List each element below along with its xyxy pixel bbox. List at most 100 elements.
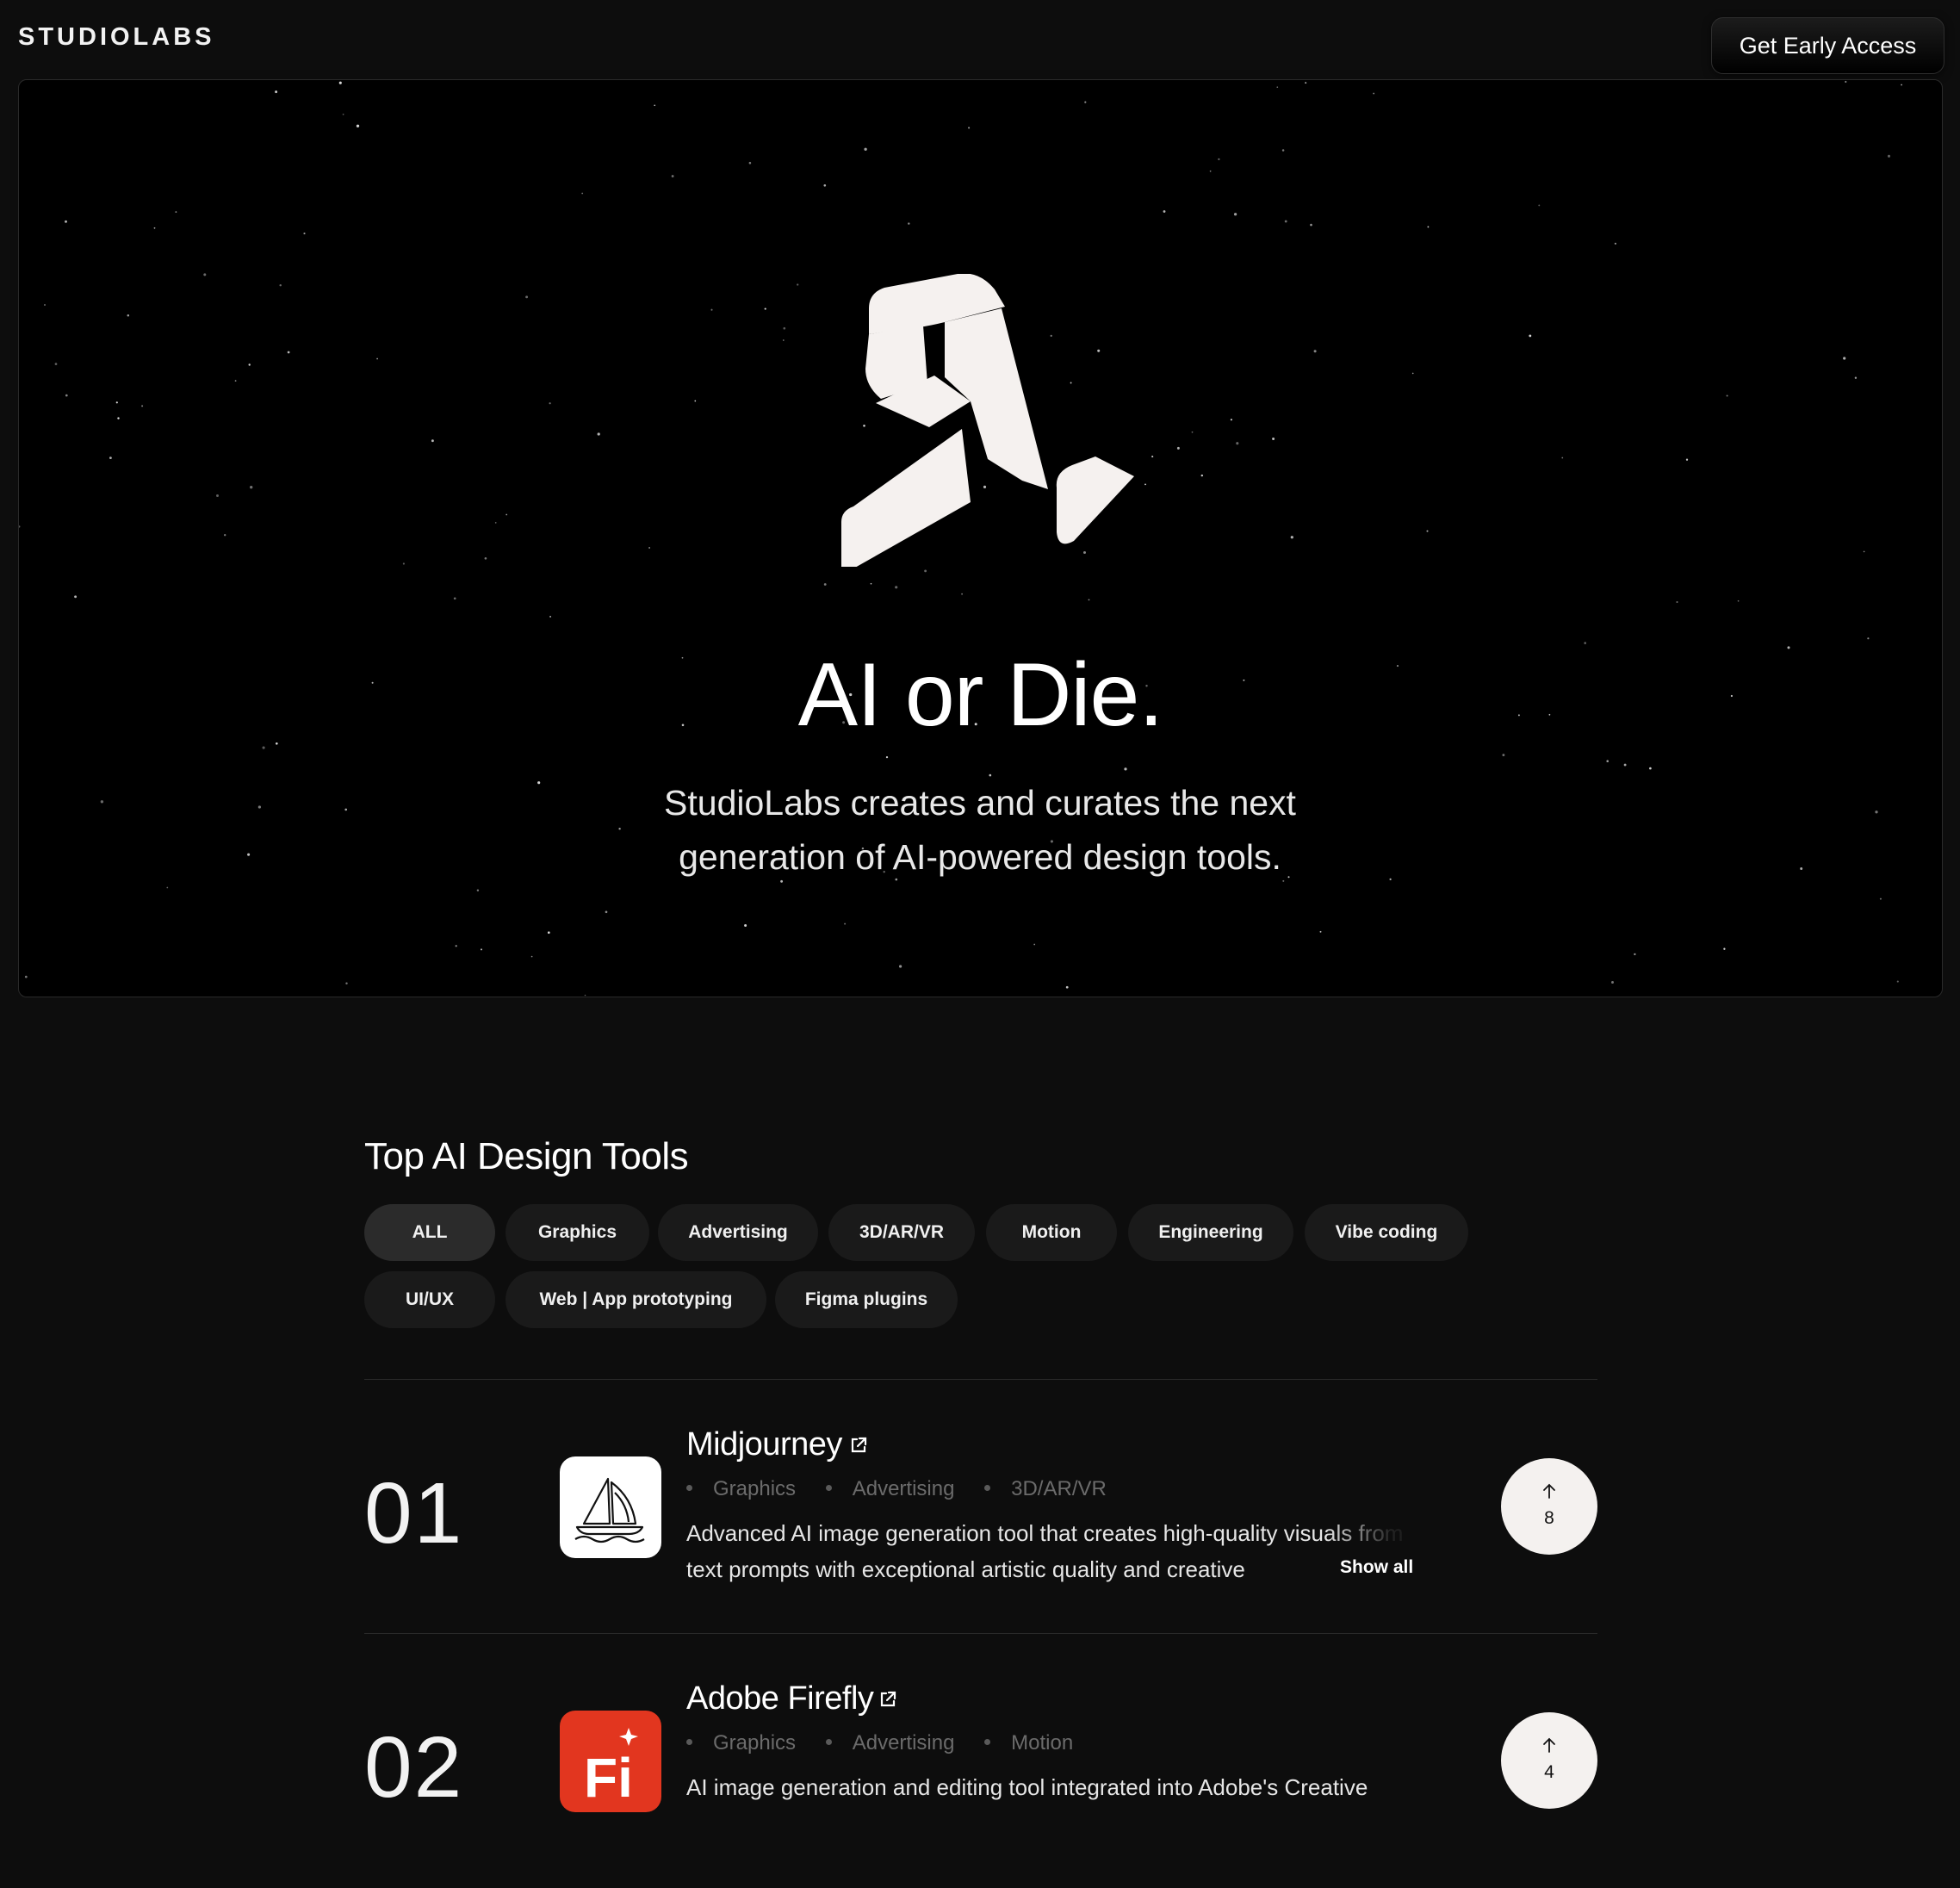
star [1611,981,1614,984]
external-link-icon[interactable] [848,1435,869,1456]
star [1649,767,1652,770]
filter-chip-graphics[interactable]: Graphics [506,1204,649,1261]
star [1290,536,1293,539]
star [1502,754,1505,757]
star [1867,637,1870,640]
star [1163,210,1166,213]
filter-chip-all[interactable]: ALL [364,1204,495,1261]
filter-chip-ui-ux[interactable]: UI/UX [364,1271,495,1328]
top-nav: STUDIOLABS Get Early Access [0,0,1960,79]
star [710,308,713,311]
get-early-access-button[interactable]: Get Early Access [1711,17,1944,74]
star [648,547,650,549]
star [115,401,118,404]
filter-chip-advertising[interactable]: Advertising [658,1204,818,1261]
upvote-button[interactable]: 4 [1501,1712,1597,1809]
star [44,304,46,306]
star [1426,530,1429,532]
star [275,90,278,94]
filter-chip-web-app-prototyping[interactable]: Web | App prototyping [506,1271,766,1328]
star [74,595,78,599]
star [100,800,104,804]
star [924,569,927,573]
star [109,456,112,460]
star [1614,242,1617,245]
star [1529,334,1532,338]
star [1033,943,1036,946]
star [1737,599,1740,602]
star [1879,897,1882,900]
tool-tag: Graphics [713,1477,797,1500]
star [584,994,586,997]
star [1843,357,1846,360]
tools-section: Top AI Design Tools ALL Graphics Adverti… [364,1135,1597,1328]
tag-dot [984,1739,991,1746]
tag-dot [686,1485,692,1492]
star [141,405,144,407]
tool-name[interactable]: Midjourney [686,1426,842,1463]
filter-chip-engineering[interactable]: Engineering [1128,1204,1293,1261]
star [1875,810,1878,814]
arrow-up-icon [1543,1483,1555,1499]
firefly-icon-lettering: Fi [584,1747,633,1809]
tag-dot [686,1739,692,1746]
vote-count: 4 [1544,1762,1554,1782]
star [744,924,747,927]
tag-dot [825,1485,832,1492]
star [581,192,584,195]
star [1606,760,1609,762]
tool-row-adobe-firefly[interactable]: 02 Fi Adobe Firefly Graphics Advertising… [364,1634,1597,1888]
tool-tags: Graphics Advertising 3D/AR/VR [686,1477,1131,1501]
star [783,339,785,341]
star [1389,878,1392,881]
star [899,965,902,968]
star [453,597,456,600]
star [65,220,67,223]
star [1236,442,1239,445]
star [117,417,120,419]
star [537,781,541,785]
star [1723,947,1726,950]
star [1276,86,1279,89]
external-link-icon[interactable] [878,1689,898,1710]
star [1191,431,1194,433]
tag-dot [825,1739,832,1746]
star [525,295,529,299]
tool-rank: 02 [364,1719,464,1816]
star [549,615,552,618]
tool-name[interactable]: Adobe Firefly [686,1680,874,1717]
star [694,400,697,402]
star [1218,158,1220,161]
star [823,183,827,187]
star [968,127,971,129]
hero-banner: AI or Die. StudioLabs creates and curate… [18,79,1943,997]
tool-row-midjourney[interactable]: 01 Midjourney Graphics Advertising 3D/AR… [364,1380,1597,1634]
filter-chip-figma-plugins[interactable]: Figma plugins [775,1271,958,1328]
tool-tag: Graphics [713,1731,797,1754]
star [823,583,827,586]
star [885,756,889,759]
star [344,808,348,811]
star [1411,372,1414,375]
filter-chip-vibe-coding[interactable]: Vibe coding [1305,1204,1468,1261]
star [203,273,207,276]
star [342,113,344,115]
filter-chip-3d-ar-vr[interactable]: 3D/AR/VR [828,1204,975,1261]
star [250,486,253,489]
star [262,746,265,749]
star [402,562,405,565]
star [24,975,28,978]
show-all-button[interactable]: Show all [1340,1557,1413,1578]
star [1281,149,1285,152]
tool-description: AI image generation and editing tool int… [686,1774,1368,1800]
sailboat-icon [560,1456,661,1558]
brand-logo-text[interactable]: STUDIOLABS [18,23,215,52]
star [783,326,786,330]
star [1538,204,1541,207]
star [248,363,251,366]
star [1854,376,1858,379]
star [1685,458,1689,461]
filter-chip-motion[interactable]: Motion [986,1204,1117,1261]
tag-dot [984,1485,991,1492]
upvote-button[interactable]: 8 [1501,1458,1597,1555]
